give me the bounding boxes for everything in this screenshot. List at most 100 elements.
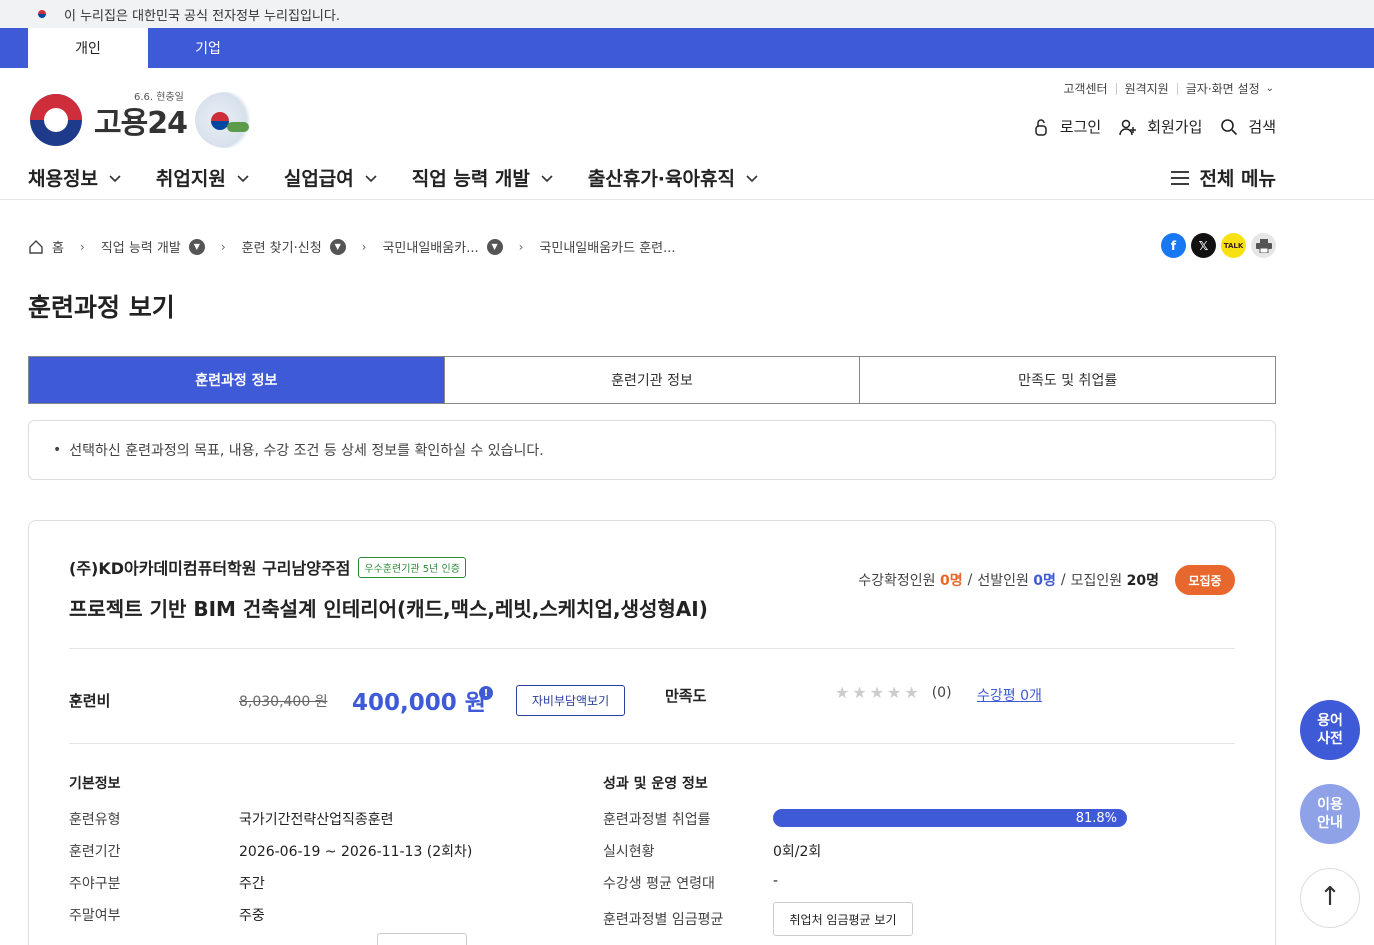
nav-item-unemployment-benefit[interactable]: 실업급여 — [284, 164, 378, 191]
guide-button[interactable]: 이용 안내 — [1300, 784, 1360, 844]
glossary-label: 용어 사전 — [1317, 712, 1343, 747]
search-icon — [1221, 118, 1238, 135]
info-value: 주간 — [239, 876, 265, 892]
share-buttons: f 𝕏 TALK — [1156, 233, 1276, 258]
facebook-icon[interactable]: f — [1161, 233, 1186, 258]
nav-item-employment-support[interactable]: 취업지원 — [156, 164, 250, 191]
separator: / — [1060, 572, 1066, 588]
course-title: 프로젝트 기반 BIM 건축설계 인테리어(캐드,맥스,레빗,스케치업,생성형A… — [69, 597, 708, 621]
info-notice: • 선택하신 훈련과정의 목표, 내용, 수강 조건 등 상세 정보를 확인하실… — [28, 420, 1276, 480]
caret-down-icon[interactable]: ▼ — [329, 238, 346, 255]
breadcrumb-item[interactable]: 국민내일배움카... ▼ — [382, 237, 503, 256]
lock-icon — [1035, 118, 1047, 136]
notice-text: 선택하신 훈련과정의 목표, 내용, 수강 조건 등 상세 정보를 확인하실 수… — [69, 443, 544, 459]
x-twitter-icon[interactable]: 𝕏 — [1191, 233, 1216, 258]
divider — [1115, 82, 1117, 95]
breadcrumb-home[interactable]: 홈 — [28, 237, 64, 256]
info-value: - — [773, 873, 779, 889]
page-title: 훈련과정 보기 — [28, 293, 175, 322]
tab-business[interactable]: 기업 — [148, 28, 268, 68]
breadcrumb-label: 훈련 찾기·신청 — [241, 241, 322, 256]
utility-links: 고객센터 원격지원 글자·화면 설정 ⌄ — [1063, 80, 1274, 97]
tab-personal[interactable]: 개인 — [28, 28, 148, 68]
login-button[interactable]: 로그인 — [1032, 116, 1101, 137]
fee-label: 훈련비 — [69, 692, 111, 710]
tab-course-info[interactable]: 훈련과정 정보 — [29, 357, 444, 403]
home-icon — [29, 239, 43, 254]
breadcrumb-label: 홈 — [52, 241, 64, 256]
nav-item-vocational-training[interactable]: 직업 능력 개발 — [412, 164, 554, 191]
caret-down-icon[interactable]: ▼ — [188, 238, 205, 255]
signup-button[interactable]: 회원가입 — [1119, 116, 1202, 137]
info-label: 주말여부 — [69, 908, 121, 924]
all-menu-button[interactable]: 전체 메뉴 — [1171, 164, 1276, 191]
confirmed-label: 수강확정인원 — [858, 573, 936, 589]
divider — [69, 743, 1235, 744]
memorial-day-illustration — [194, 92, 255, 148]
arrow-up-icon: ↑ — [1319, 882, 1341, 913]
tab-institution-info[interactable]: 훈련기관 정보 — [443, 357, 860, 403]
display-settings-link[interactable]: 글자·화면 설정 — [1186, 80, 1260, 97]
institution-name[interactable]: (주)KD아카데미컴퓨터학원 구리남양주점 — [69, 555, 350, 579]
info-icon[interactable]: ! — [479, 686, 493, 700]
wage-average-button[interactable]: 취업처 임금평균 보기 — [773, 902, 913, 936]
gov-banner: 이 누리집은 대한민국 공식 전자정부 누리집입니다. — [0, 0, 1374, 28]
nav-label: 취업지원 — [155, 168, 226, 190]
content-tabs: 훈련과정 정보 훈련기관 정보 만족도 및 취업률 — [28, 356, 1276, 404]
chevron-right-icon: › — [220, 239, 226, 254]
breadcrumb: 홈 › 직업 능력 개발 ▼ › 훈련 찾기·신청 ▼ › 국민내일배움카...… — [28, 237, 676, 256]
breadcrumb-item[interactable]: 훈련 찾기·신청 ▼ — [242, 237, 346, 256]
main-nav: 채용정보 취업지원 실업급여 직업 능력 개발 출산휴가·육아휴직 — [28, 164, 793, 191]
recruit-label: 모집인원 — [1070, 573, 1123, 589]
logo-text: 고용24 — [94, 106, 188, 141]
bullet-icon: • — [53, 442, 62, 458]
nav-label: 출산휴가·육아휴직 — [587, 168, 735, 190]
status-badge: 모집중 — [1175, 565, 1235, 595]
info-value: 2026-06-19 ~ 2026-11-13 (2회차) — [239, 844, 473, 860]
nav-item-jobs[interactable]: 채용정보 — [28, 164, 122, 191]
nav-label: 채용정보 — [28, 168, 98, 190]
course-card: (주)KD아카데미컴퓨터학원 구리남양주점 우수훈련기관 5년 인증 프로젝트 … — [28, 520, 1276, 945]
employment-rate-bar: 81.8% — [773, 809, 1127, 827]
institution-row: (주)KD아카데미컴퓨터학원 구리남양주점 우수훈련기관 5년 인증 — [69, 555, 466, 579]
self-pay-button[interactable]: 자비부담액보기 — [516, 685, 625, 716]
gov-emblem-icon — [30, 94, 82, 146]
nav-item-parental-leave[interactable]: 출산휴가·육아휴직 — [588, 164, 759, 191]
separator: / — [967, 572, 973, 588]
remote-support-link[interactable]: 원격지원 — [1125, 80, 1169, 97]
info-label: 훈련과정별 취업률 — [603, 812, 711, 828]
caret-down-icon[interactable]: ▼ — [486, 238, 503, 255]
selected-count: 0명 — [1033, 573, 1056, 589]
chevron-right-icon: › — [79, 239, 85, 254]
info-label: 훈련기간 — [69, 844, 121, 860]
user-type-tabs: 개인 기업 — [0, 28, 1374, 68]
tab-satisfaction-employment[interactable]: 만족도 및 취업률 — [859, 357, 1275, 403]
guide-label: 이용 안내 — [1317, 796, 1343, 831]
nav-label: 실업급여 — [283, 168, 354, 190]
recruit-count: 20명 — [1126, 573, 1159, 589]
certification-badge: 우수훈련기관 5년 인증 — [358, 556, 466, 578]
selected-label: 선발인원 — [977, 573, 1029, 589]
chevron-down-icon — [237, 174, 249, 182]
glossary-button[interactable]: 용어 사전 — [1300, 700, 1360, 760]
chevron-down-icon — [109, 174, 121, 182]
korea-flag-icon — [32, 7, 52, 21]
partially-visible-button[interactable] — [377, 933, 467, 945]
review-link[interactable]: 수강평 0개 — [977, 685, 1042, 705]
customer-center-link[interactable]: 고객센터 — [1063, 80, 1107, 97]
search-button[interactable]: 검색 — [1220, 116, 1276, 137]
search-label: 검색 — [1248, 118, 1276, 136]
enrollment-status: 수강확정인원 0명 / 선발인원 0명 / 모집인원 20명 모집중 — [858, 565, 1235, 595]
divider — [1176, 82, 1178, 95]
scroll-top-button[interactable]: ↑ — [1300, 868, 1360, 928]
info-value: 0회/2회 — [773, 844, 822, 860]
star-rating: ★★★★★ (0) — [835, 683, 952, 702]
kakaotalk-icon[interactable]: TALK — [1221, 233, 1246, 258]
site-logo[interactable]: 고용24 6.6. 현충일 — [30, 92, 255, 148]
info-value: 주중 — [239, 908, 265, 924]
breadcrumb-label: 직업 능력 개발 — [100, 241, 181, 256]
breadcrumb-item[interactable]: 직업 능력 개발 ▼ — [101, 237, 205, 256]
chevron-down-icon — [746, 174, 758, 182]
performance-title: 성과 및 운영 정보 — [603, 776, 708, 792]
print-icon[interactable] — [1251, 233, 1276, 258]
